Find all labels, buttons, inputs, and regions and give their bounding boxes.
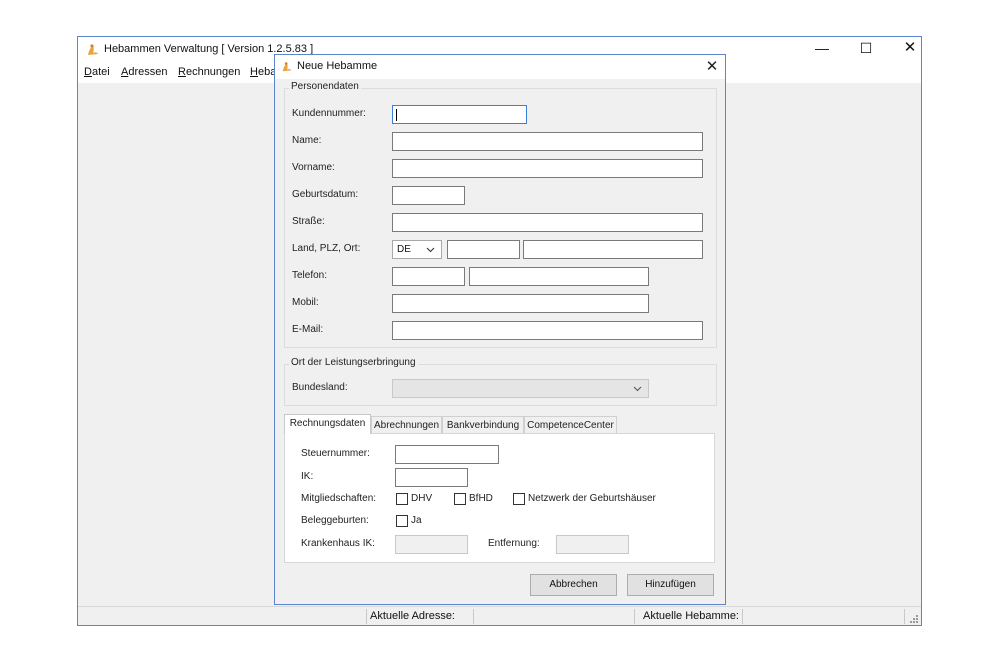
tab-bankverbindung[interactable]: Bankverbindung	[442, 416, 524, 434]
ik-label: IK:	[301, 471, 314, 482]
dialog-title: Neue Hebamme	[297, 60, 378, 72]
ja-label: Ja	[411, 515, 422, 526]
bfhd-label: BfHD	[469, 493, 493, 504]
status-bar: Aktuelle Adresse: Aktuelle Hebamme:	[78, 606, 921, 625]
status-aktuelle-adresse: Aktuelle Adresse:	[370, 610, 455, 622]
name-input[interactable]	[392, 132, 703, 151]
entfernung-label: Entfernung:	[488, 538, 540, 549]
menu-rechnungen[interactable]: Rechnungen	[178, 66, 240, 78]
plz-input[interactable]	[447, 240, 520, 259]
status-separator	[473, 609, 474, 624]
beleggeburten-label: Beleggeburten:	[301, 515, 369, 526]
menu-datei-label: atei	[91, 66, 110, 78]
geburtsdatum-label: Geburtsdatum:	[292, 189, 359, 200]
ik-input[interactable]	[395, 468, 468, 487]
resize-grip-icon[interactable]	[908, 613, 918, 623]
vorname-label: Vorname:	[292, 162, 335, 173]
status-separator	[634, 609, 635, 624]
kundennummer-label: Kundennummer:	[292, 108, 366, 119]
menu-adressen[interactable]: Adressen	[121, 66, 167, 78]
netzwerk-checkbox[interactable]	[513, 493, 525, 505]
telefon-vorwahl-input[interactable]	[392, 267, 465, 286]
geburtsdatum-input[interactable]	[392, 186, 465, 205]
status-separator	[742, 609, 743, 624]
land-select-value: DE	[397, 244, 411, 255]
minimize-button[interactable]: —	[800, 37, 844, 61]
strasse-input[interactable]	[392, 213, 703, 232]
kundennummer-input[interactable]	[392, 105, 527, 124]
close-button[interactable]: ✕	[888, 37, 932, 61]
chevron-down-icon	[426, 247, 435, 253]
status-separator	[366, 609, 367, 624]
strasse-label: Straße:	[292, 216, 325, 227]
krankenhaus-ik-label: Krankenhaus IK:	[301, 538, 375, 549]
neue-hebamme-dialog: Neue Hebamme ✕ Personendaten Kundennumme…	[274, 54, 726, 605]
bundesland-select[interactable]	[392, 379, 649, 398]
menu-hebammen-mnemonic: H	[250, 66, 258, 78]
bfhd-checkbox[interactable]	[454, 493, 466, 505]
mitgliedschaften-label: Mitgliedschaften:	[301, 493, 377, 504]
dhv-checkbox[interactable]	[396, 493, 408, 505]
ja-checkbox[interactable]	[396, 515, 408, 527]
telefon-nummer-input[interactable]	[469, 267, 649, 286]
vorname-input[interactable]	[392, 159, 703, 178]
telefon-label: Telefon:	[292, 270, 328, 281]
menu-adressen-label: dressen	[128, 66, 168, 78]
app-icon	[88, 44, 98, 55]
menu-rechnungen-label: echnungen	[185, 66, 241, 78]
mobil-input[interactable]	[392, 294, 649, 313]
menu-datei-mnemonic: D	[84, 66, 92, 78]
steuernummer-input[interactable]	[395, 445, 499, 464]
land-plz-ort-label: Land, PLZ, Ort:	[292, 243, 361, 254]
chevron-down-icon	[633, 386, 642, 392]
email-input[interactable]	[392, 321, 703, 340]
steuernummer-label: Steuernummer:	[301, 448, 370, 459]
ort-input[interactable]	[523, 240, 703, 259]
dialog-titlebar: Neue Hebamme ✕	[275, 55, 725, 79]
name-label: Name:	[292, 135, 322, 146]
status-aktuelle-hebamme: Aktuelle Hebamme:	[643, 610, 739, 622]
app-icon	[282, 62, 292, 72]
krankenhaus-ik-input[interactable]	[395, 535, 468, 554]
status-separator	[904, 609, 905, 624]
land-select[interactable]: DE	[392, 240, 442, 259]
tab-competencecenter[interactable]: CompetenceCenter	[524, 416, 617, 434]
cancel-button[interactable]: Abbrechen	[530, 574, 617, 596]
menu-rechnungen-mnemonic: R	[178, 66, 186, 78]
email-label: E-Mail:	[292, 324, 324, 335]
mobil-label: Mobil:	[292, 297, 319, 308]
add-button[interactable]: Hinzufügen	[627, 574, 714, 596]
menu-datei[interactable]: Datei	[84, 66, 110, 78]
personendaten-legend: Personendaten	[289, 81, 361, 92]
menu-hebammen[interactable]: Heba	[250, 66, 276, 78]
bundesland-label: Bundesland:	[292, 382, 348, 393]
text-caret	[396, 109, 397, 121]
dhv-label: DHV	[411, 493, 433, 504]
maximize-button[interactable]: ☐	[844, 37, 888, 61]
tab-abrechnungen[interactable]: Abrechnungen	[371, 416, 442, 434]
leistungserbringung-legend: Ort der Leistungserbringung	[289, 357, 418, 368]
entfernung-input[interactable]	[556, 535, 629, 554]
netzwerk-label: Netzwerk der Geburtshäuser	[528, 493, 656, 504]
tab-rechnungsdaten[interactable]: Rechnungsdaten	[284, 414, 371, 434]
dialog-close-button[interactable]: ✕	[701, 57, 723, 77]
